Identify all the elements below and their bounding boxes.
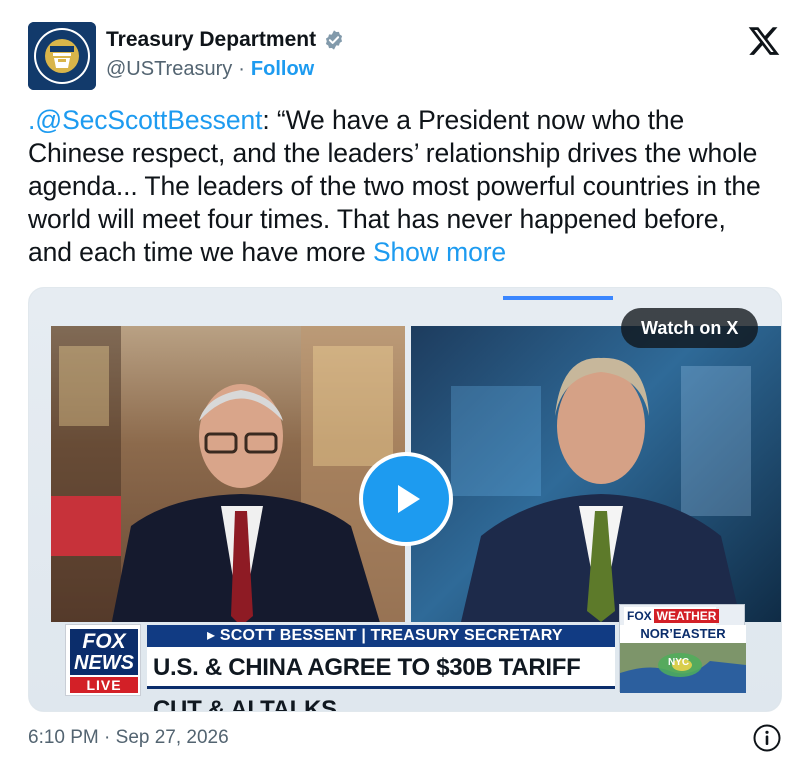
weather-inset: FOX WEATHER NOR’EASTER NYC bbox=[619, 604, 746, 693]
info-icon[interactable] bbox=[752, 723, 782, 753]
author-display-name[interactable]: Treasury Department bbox=[106, 28, 316, 52]
weather-title: NOR’EASTER bbox=[620, 625, 746, 643]
fox-news-bottom: NEWS bbox=[74, 652, 134, 674]
fox-weather-tag: FOX WEATHER bbox=[624, 607, 720, 625]
chyron-headline: U.S. & CHINA AGREE TO $30B TARIFF CUT & … bbox=[147, 647, 615, 711]
watch-on-x-button[interactable]: Watch on X bbox=[621, 308, 759, 348]
fox-news-logo: FOX NEWS LIVE bbox=[65, 624, 141, 696]
author-name-row: Treasury Department bbox=[106, 28, 345, 52]
follow-button[interactable]: Follow bbox=[251, 58, 314, 81]
show-more-link[interactable]: Show more bbox=[373, 237, 506, 267]
chyron-name-line: ▸ SCOTT BESSENT | TREASURY SECRETARY bbox=[147, 625, 615, 647]
weather-brand: FOX bbox=[627, 609, 652, 623]
treasury-seal-avatar[interactable] bbox=[28, 22, 96, 90]
guest-figure bbox=[461, 357, 741, 622]
handle-separator: · bbox=[238, 58, 245, 80]
author-handle-row: @USTreasury · Follow bbox=[106, 58, 314, 81]
video-right-panel bbox=[411, 326, 781, 622]
x-logo-icon[interactable] bbox=[747, 24, 781, 58]
tweet-text: .@SecScottBessent: “We have a President … bbox=[28, 104, 768, 269]
weather-city: NYC bbox=[668, 657, 690, 668]
verified-badge-icon bbox=[326, 30, 343, 50]
fox-news-top: FOX bbox=[82, 630, 126, 653]
video-left-panel bbox=[51, 326, 405, 622]
fox-news-wordmark: FOX NEWS bbox=[70, 629, 138, 675]
mention-link[interactable]: .@SecScottBessent bbox=[28, 105, 262, 135]
video-top-accent-bar bbox=[503, 296, 613, 300]
tweet-timestamp[interactable]: 6:10 PM · Sep 27, 2026 bbox=[28, 727, 229, 749]
play-icon bbox=[398, 485, 420, 513]
video-player[interactable]: Watch on X FOX NEWS LIVE ▸ SCOTT BESSENT… bbox=[28, 287, 782, 712]
live-badge: LIVE bbox=[70, 677, 138, 693]
host-figure bbox=[111, 384, 380, 622]
tweet-card: Treasury Department @USTreasury · Follow… bbox=[0, 0, 800, 767]
weather-label: WEATHER bbox=[653, 609, 720, 623]
play-button[interactable] bbox=[359, 452, 453, 546]
author-handle[interactable]: @USTreasury bbox=[106, 58, 232, 81]
weather-map: NYC bbox=[620, 643, 746, 693]
